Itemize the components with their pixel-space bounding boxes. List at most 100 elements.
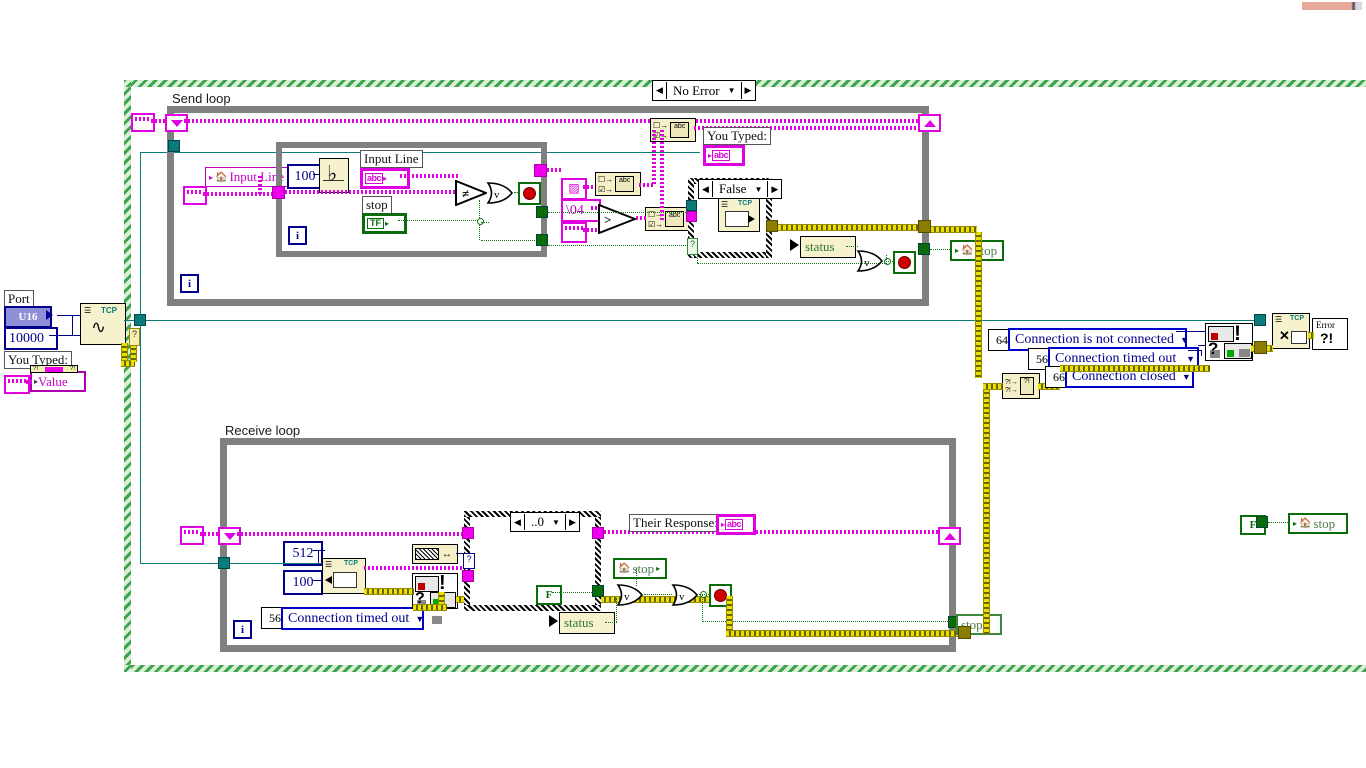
value-local-variable[interactable]: ▸ Value: [30, 371, 86, 392]
greater-than-node[interactable]: >: [598, 204, 636, 234]
simple-error-handler-vi[interactable]: Error ?!: [1312, 318, 1348, 350]
wire-concat-branch: [660, 130, 664, 220]
case-prev-arrow-icon[interactable]: ◀: [653, 82, 667, 99]
wire-stopref-down: [636, 568, 637, 586]
string-subset-node[interactable]: ▨: [561, 178, 587, 200]
port-number-constant[interactable]: 10000: [4, 327, 58, 350]
right-refnum-tunnel[interactable]: [1254, 314, 1266, 326]
chevron-down-icon[interactable]: ▼: [1186, 354, 1195, 364]
input-line-string-terminal[interactable]: abc ▸: [360, 168, 410, 189]
eot-string-constant[interactable]: \04: [561, 199, 601, 222]
case-prev-arrow-icon[interactable]: ◀: [511, 514, 525, 530]
receive-shift-register-right[interactable]: [938, 527, 961, 545]
wait-ms-constant[interactable]: 100: [287, 164, 323, 189]
svg-text:v: v: [679, 591, 685, 603]
string-length-node[interactable]: ↔: [412, 544, 458, 564]
stop-loop-condition-terminal[interactable]: [518, 182, 541, 205]
ref-arrow-icon: ▸: [656, 564, 661, 573]
or-gate-node-2[interactable]: v: [856, 250, 884, 272]
port-terminal-u16[interactable]: U16: [4, 306, 52, 328]
svg-text:v: v: [494, 189, 500, 201]
receive-status-unbundle-box[interactable]: status: [559, 612, 615, 634]
send-inner-string-tunnel[interactable]: [272, 186, 285, 199]
receive-loop-iteration-terminal[interactable]: i: [233, 620, 252, 639]
chevron-down-icon[interactable]: ▼: [1182, 372, 1191, 382]
send-out-bool-tunnel-2[interactable]: [536, 234, 548, 246]
tcp-write-vi[interactable]: ☰ TCP: [718, 198, 760, 232]
case-selector-no-error[interactable]: ◀ No Error ▼ ▶: [652, 80, 756, 101]
tcp-open-connection-vi[interactable]: ☰ TCP ∿: [80, 303, 126, 345]
scrollbar-nub[interactable]: [1302, 2, 1362, 10]
receive-case-string-in-tunnel[interactable]: [462, 527, 474, 539]
right-error-tunnel[interactable]: [1254, 341, 1267, 354]
general-error-handler-node[interactable]: ! ?: [1205, 323, 1253, 361]
wait-ms-metronome-vi[interactable]: ♭: [319, 158, 349, 193]
status-unbundle-box[interactable]: status: [800, 236, 856, 258]
chevron-down-icon[interactable]: ▼: [415, 614, 424, 624]
receive-shift-register-left[interactable]: [218, 527, 241, 545]
wire-status-to-or: [846, 246, 858, 247]
tcp-close-connection-vi[interactable]: ☰ TCP ✕: [1272, 313, 1310, 349]
receive-case-selector[interactable]: ◀ ..0 ▼ ▶: [510, 512, 580, 532]
right-stop-reference[interactable]: ▸ 🏠 stop: [1288, 513, 1348, 534]
send-loop-stop-terminal[interactable]: [893, 251, 916, 274]
ref-arrow-icon: ▸: [1293, 519, 1298, 528]
block-diagram-canvas[interactable]: ◀ No Error ▼ ▶ Port U16 10000 You Typed:…: [0, 0, 1366, 768]
receive-stop-reference[interactable]: 🏠 stop ▸: [613, 558, 667, 579]
concatenate-strings-node-3[interactable]: ☐→ ☑→ abc: [645, 207, 691, 231]
send-empty-string-3[interactable]: [561, 222, 587, 243]
send-shift-register-left[interactable]: [165, 114, 188, 132]
chevron-down-icon[interactable]: ▼: [1180, 335, 1189, 345]
send-error-out-tunnel[interactable]: [918, 220, 931, 233]
chevron-down-icon[interactable]: ▼: [550, 518, 565, 527]
home-icon: 🏠: [215, 171, 228, 183]
stop-boolean-terminal[interactable]: TF ▸: [362, 213, 407, 234]
inner-iteration-terminal[interactable]: i: [288, 226, 307, 245]
send-out-bool-tunnel-1[interactable]: [536, 206, 548, 218]
empty-string-constant-left[interactable]: [4, 375, 30, 394]
send-refnum-tunnel-in[interactable]: [168, 140, 180, 152]
wire-or-to-stop: [514, 192, 520, 193]
receive-refnum-tunnel[interactable]: [218, 557, 230, 569]
case-next-arrow-icon[interactable]: ▶: [740, 82, 755, 99]
send-case-selector[interactable]: ◀ False ▼ ▶: [698, 179, 783, 199]
receive-error-ring-constant[interactable]: Connection timed out ▼: [281, 607, 424, 630]
send-stop-tunnel[interactable]: [918, 243, 930, 255]
case-next-arrow-icon[interactable]: ▶: [767, 181, 781, 197]
wire-stop-branch-down: [702, 594, 703, 622]
receive-case-string-out-tunnel[interactable]: [592, 527, 604, 539]
wire-inner-string: [285, 190, 460, 194]
chevron-down-icon[interactable]: ▼: [726, 86, 741, 95]
receive-error-out-tunnel[interactable]: [958, 626, 971, 639]
tcp-read-vi[interactable]: ☰ TCP: [322, 558, 366, 594]
wire-input-line-string: [203, 192, 278, 196]
wire-ring2-v: [1201, 350, 1202, 356]
concatenate-strings-node-2[interactable]: ☐→ ☑→ abc: [595, 172, 641, 196]
case-next-arrow-icon[interactable]: ▶: [564, 514, 579, 530]
timeout-ms-constant[interactable]: 100: [283, 570, 323, 595]
wire-empty-to-gt: [583, 228, 599, 232]
not-equal-node[interactable]: ≠: [455, 180, 487, 206]
concatenate-strings-node-1[interactable]: ☐→☑→ abc: [650, 118, 696, 142]
wire-error-send-right: [931, 226, 977, 233]
send-case-error-out-tunnel[interactable]: [766, 220, 778, 232]
or-gate-node-3[interactable]: v: [616, 584, 644, 606]
or-gate-node-4[interactable]: v: [671, 584, 699, 606]
send-loop-label: Send loop: [172, 91, 231, 106]
send-out-string-tunnel[interactable]: [534, 164, 547, 177]
receive-case-string-in-tunnel-2[interactable]: [462, 570, 474, 582]
false-constant-receive[interactable]: F: [536, 585, 562, 605]
send-case-refnum-tunnel[interactable]: [686, 200, 697, 211]
chevron-down-icon[interactable]: ▼: [752, 185, 767, 194]
right-stop-tunnel[interactable]: [1256, 516, 1268, 528]
wire-stop-bool: [398, 220, 480, 221]
wire-input-line-out: [400, 174, 460, 178]
their-response-terminal[interactable]: ▸ abc: [716, 514, 756, 535]
wire-tunnel-bool-right2: [548, 245, 688, 246]
receive-case-bool-out-tunnel[interactable]: [592, 585, 604, 597]
send-loop-iteration-terminal[interactable]: i: [180, 274, 199, 293]
or-gate-node[interactable]: v: [486, 182, 514, 204]
merge-errors-node[interactable]: ?!→ ?!→ ?!: [1002, 373, 1040, 399]
case-prev-arrow-icon[interactable]: ◀: [699, 181, 713, 197]
you-typed-string-terminal[interactable]: ▸ abc: [703, 145, 745, 166]
